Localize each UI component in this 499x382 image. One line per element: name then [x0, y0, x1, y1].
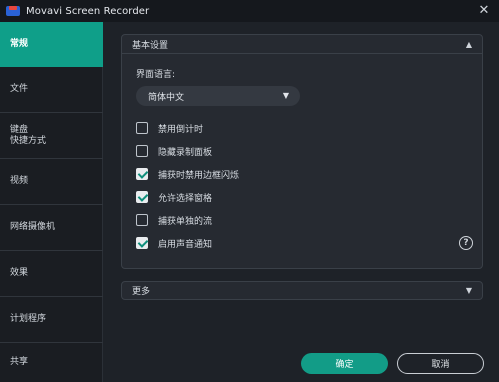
- sidebar-item-sharing[interactable]: 共享: [0, 343, 103, 382]
- basic-settings-header[interactable]: 基本设置 ▲: [122, 35, 482, 54]
- option-label: 启用声音通知: [158, 239, 213, 250]
- sidebar: 常规 文件 键盘 快捷方式 视频 网络摄像机 效果 计划程序 共享: [0, 22, 103, 382]
- language-select[interactable]: 简体中文 ▼: [136, 86, 300, 106]
- chevron-down-icon: ▼: [465, 286, 473, 295]
- option-enable-sound-notifications[interactable]: 启用声音通知: [136, 236, 212, 250]
- checkbox-checked[interactable]: [136, 237, 148, 249]
- sidebar-item-label: 共享: [10, 357, 29, 367]
- checkbox-checked[interactable]: [136, 191, 148, 203]
- sidebar-item-label: 视频: [10, 176, 29, 186]
- checkbox[interactable]: [136, 122, 148, 134]
- sidebar-item-webcam[interactable]: 网络摄像机: [0, 205, 103, 251]
- language-label: 界面语言:: [136, 70, 176, 80]
- more-label: 更多: [132, 287, 151, 297]
- option-label: 捕获单独的流: [158, 216, 213, 227]
- checkbox-checked[interactable]: [136, 168, 148, 180]
- more-section[interactable]: 更多 ▼: [121, 281, 483, 300]
- language-select-value: 简体中文: [148, 92, 185, 103]
- sidebar-item-label: 文件: [10, 84, 29, 94]
- option-label: 允许选择窗格: [158, 193, 213, 204]
- option-hide-recording-panel[interactable]: 隐藏录制面板: [136, 144, 212, 158]
- option-disable-countdown[interactable]: 禁用倒计时: [136, 121, 203, 135]
- option-label: 捕获时禁用边框闪烁: [158, 170, 240, 181]
- chevron-down-icon: ▼: [282, 91, 289, 100]
- sidebar-item-label: 效果: [10, 268, 29, 278]
- cancel-button[interactable]: 取消: [397, 353, 484, 374]
- sidebar-item-label: 网络摄像机: [10, 222, 56, 232]
- sidebar-item-label: 键盘 快捷方式: [10, 124, 47, 146]
- option-label: 禁用倒计时: [158, 124, 204, 135]
- close-icon[interactable]: ✕: [476, 3, 492, 19]
- chevron-up-icon[interactable]: ▲: [464, 40, 474, 50]
- sidebar-item-label: 常规: [10, 38, 29, 49]
- sidebar-item-label: 计划程序: [10, 314, 47, 324]
- option-disable-border-flash[interactable]: 捕获时禁用边框闪烁: [136, 167, 239, 181]
- help-icon[interactable]: ?: [459, 236, 473, 250]
- window-title: Movavi Screen Recorder: [26, 5, 150, 17]
- ok-button[interactable]: 确定: [301, 353, 388, 374]
- sidebar-item-scheduler[interactable]: 计划程序: [0, 297, 103, 343]
- section-title: 基本设置: [132, 40, 169, 51]
- sidebar-item-files[interactable]: 文件: [0, 67, 103, 113]
- sidebar-item-general[interactable]: 常规: [0, 22, 103, 67]
- title-bar: Movavi Screen Recorder ✕: [0, 0, 499, 22]
- checkbox[interactable]: [136, 214, 148, 226]
- app-logo-icon: [6, 5, 20, 17]
- option-capture-separate-streams[interactable]: 捕获单独的流: [136, 213, 212, 227]
- option-allow-pane-selection[interactable]: 允许选择窗格: [136, 190, 212, 204]
- checkbox[interactable]: [136, 145, 148, 157]
- sidebar-item-effects[interactable]: 效果: [0, 251, 103, 297]
- option-label: 隐藏录制面板: [158, 147, 213, 158]
- sidebar-item-video[interactable]: 视频: [0, 159, 103, 205]
- sidebar-item-keyboard-shortcuts[interactable]: 键盘 快捷方式: [0, 113, 103, 159]
- basic-settings-panel: 基本设置 ▲ 界面语言: 简体中文 ▼ 禁用倒计时 隐藏录制面板 捕获时禁用边框…: [121, 34, 483, 269]
